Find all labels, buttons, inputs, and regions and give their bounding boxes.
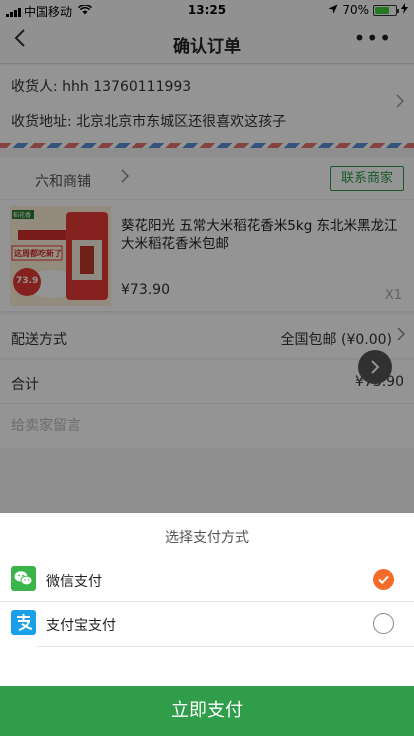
payment-label-wechat: 微信支付 xyxy=(46,574,102,590)
pay-now-button[interactable]: 立即支付 xyxy=(0,686,414,736)
payment-option-wechat[interactable]: 微信支付 xyxy=(0,558,414,602)
radio-checked-icon[interactable] xyxy=(373,569,394,590)
payment-sheet-title: 选择支付方式 xyxy=(165,530,249,546)
radio-unchecked-icon[interactable] xyxy=(373,613,394,634)
wechat-icon xyxy=(11,566,36,591)
sheet-divider xyxy=(36,646,414,647)
payment-label-alipay: 支付宝支付 xyxy=(46,618,116,634)
payment-option-alipay[interactable]: 支付宝支付 xyxy=(0,602,414,646)
alipay-icon xyxy=(11,610,36,635)
